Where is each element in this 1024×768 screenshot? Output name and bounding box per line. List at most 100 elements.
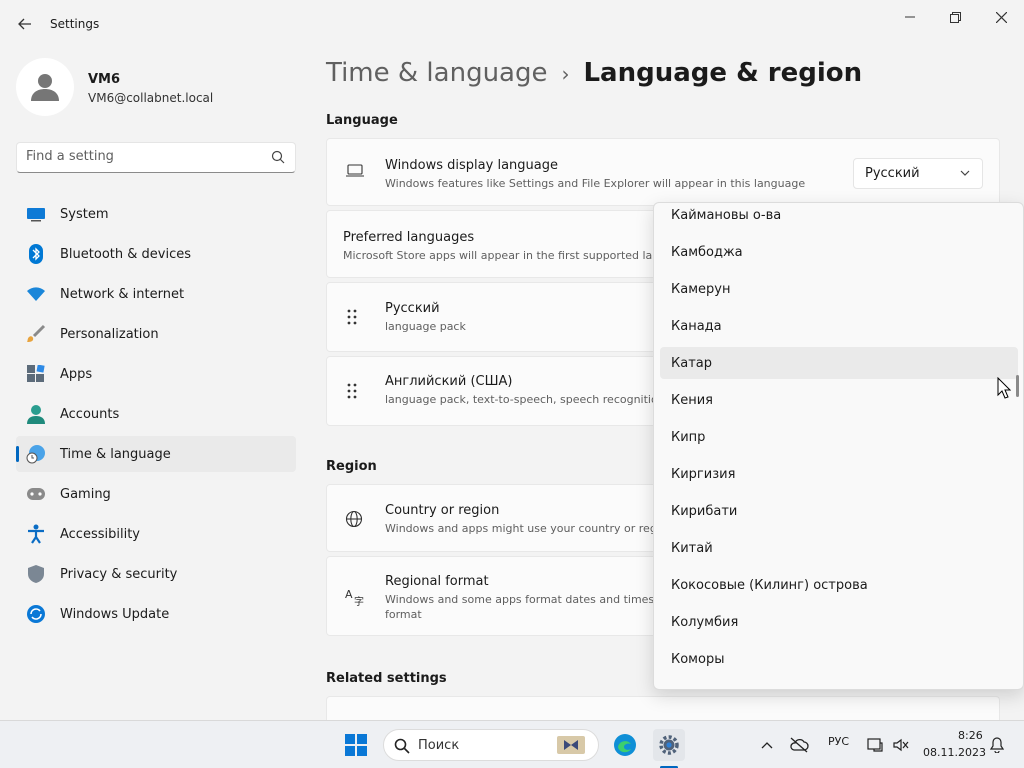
close-icon [995,11,1007,23]
start-button[interactable] [340,729,372,761]
taskbar-search-label: Поиск [418,738,460,753]
page-title: Language & region [583,58,863,88]
settings-taskbar-button[interactable] [653,729,685,761]
breadcrumb: Time & language › Language & region [326,58,862,88]
accounts-icon [26,404,46,424]
dropdown-item[interactable]: Киргизия [660,458,1018,490]
preferred-languages-subtitle: Microsoft Store apps will appear in the … [343,249,667,262]
regional-format-subtitle-line2: format [385,608,422,621]
bluetooth-icon [26,244,46,264]
gear-icon [659,735,679,755]
related-settings-heading: Related settings [326,671,447,686]
dropdown-item[interactable]: Китай [660,532,1018,564]
apps-icon [26,364,46,384]
breadcrumb-parent[interactable]: Time & language [326,58,547,88]
show-hidden-icons-button[interactable] [752,729,782,761]
country-region-title: Country or region [385,503,500,518]
dropdown-item[interactable]: Кипр [660,421,1018,453]
sidebar-item-gaming[interactable]: Gaming [16,476,296,512]
dropdown-item[interactable]: Канада [660,310,1018,342]
dropdown-item[interactable]: Коморы [660,643,1018,675]
volume-muted-icon [893,738,909,752]
sidebar-item-label: Accessibility [60,526,140,542]
dropdown-item[interactable]: Кирибати [660,495,1018,527]
search-icon [394,738,410,754]
sidebar-item-privacy[interactable]: Privacy & security [16,556,296,592]
user-icon [31,74,59,101]
title-bar: Settings [0,0,1024,48]
sidebar-item-label: Accounts [60,406,120,422]
edge-button[interactable] [609,729,641,761]
chevron-up-icon [761,742,773,749]
sidebar-item-label: System [60,206,109,222]
dropdown-scrollbar-thumb[interactable] [1016,375,1019,397]
display-language-select[interactable]: Русский [853,158,983,189]
regional-format-title: Regional format [385,574,489,589]
sidebar-item-system[interactable]: System [16,196,296,232]
sidebar-nav: System Bluetooth & devices Network & int… [16,196,296,636]
taskbar-search[interactable]: Поиск [383,729,599,761]
dropdown-item-hovered[interactable]: Катар [660,347,1018,379]
country-dropdown-list[interactable]: Каймановы о-ва Камбоджа Камерун Канада К… [653,202,1024,690]
sidebar-item-bluetooth[interactable]: Bluetooth & devices [16,236,296,272]
display-language-title: Windows display language [385,158,558,173]
dropdown-item[interactable]: Камерун [660,273,1018,305]
minimize-icon [905,16,915,18]
language-heading: Language [326,113,398,128]
system-icon [26,204,46,224]
avatar[interactable] [16,58,74,116]
back-button[interactable] [14,13,36,35]
minimize-button[interactable] [896,8,924,26]
globe-icon [345,510,363,528]
volume-button[interactable] [888,729,914,761]
notifications-button[interactable] [984,729,1010,761]
dropdown-item[interactable]: Кокосовые (Килинг) острова [660,569,1018,601]
settings-search-box[interactable] [16,142,296,173]
search-icon [271,150,285,164]
sidebar-item-time-language[interactable]: Time & language [16,436,296,472]
windows-logo-icon [345,734,367,756]
sidebar-item-apps[interactable]: Apps [16,356,296,392]
sidebar-item-accessibility[interactable]: Accessibility [16,516,296,552]
device-button[interactable] [862,729,888,761]
update-icon [26,604,46,624]
input-language-indicator[interactable]: РУС [828,735,849,748]
dropdown-item[interactable]: Колумбия [660,606,1018,638]
clock-time[interactable]: 8:26 [958,729,983,742]
preferred-languages-title: Preferred languages [343,230,475,245]
sidebar-item-label: Bluetooth & devices [60,246,191,262]
sidebar-item-label: Network & internet [60,286,185,302]
language-title: Русский [385,301,440,316]
maximize-button[interactable] [941,8,969,26]
taskbar: Поиск РУС 8:26 08.11.2023 [0,720,1024,768]
dropdown-item[interactable]: Камбоджа [660,236,1018,268]
user-name: VM6 [88,72,121,87]
back-arrow-icon [18,18,31,30]
time-language-icon [26,444,46,464]
mouse-cursor-icon [997,377,1011,399]
drag-handle-icon[interactable] [347,308,357,326]
network-status-button[interactable] [784,729,814,761]
display-language-subtitle: Windows features like Settings and File … [385,177,806,190]
language-title: Английский (США) [385,374,513,389]
brush-icon [26,324,46,344]
regional-format-icon: A字 [345,587,365,607]
shield-icon [26,564,46,584]
sidebar-item-network[interactable]: Network & internet [16,276,296,312]
close-button[interactable] [987,8,1015,26]
device-icon [867,738,883,752]
breadcrumb-separator: › [561,62,570,86]
sidebar-item-windows-update[interactable]: Windows Update [16,596,296,632]
dropdown-item[interactable]: Каймановы о-ва [660,203,1018,231]
edge-icon [614,734,636,756]
dropdown-item[interactable]: Кения [660,384,1018,416]
search-input[interactable] [26,149,266,164]
cloud-offline-icon [790,737,809,753]
drag-handle-icon[interactable] [347,382,357,400]
wifi-icon [26,284,46,304]
sidebar-item-personalization[interactable]: Personalization [16,316,296,352]
sidebar-item-accounts[interactable]: Accounts [16,396,296,432]
region-heading: Region [326,459,377,474]
gamepad-icon [26,484,46,504]
clock-date[interactable]: 08.11.2023 [923,746,986,759]
